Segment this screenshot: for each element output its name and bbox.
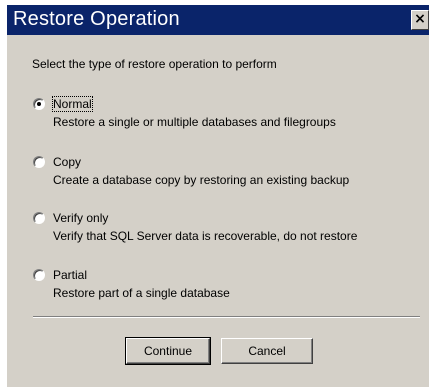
- window-left-edge: [0, 0, 7, 387]
- title-bar[interactable]: Restore Operation ×: [7, 5, 429, 35]
- instruction-text: Select the type of restore operation to …: [32, 57, 277, 71]
- option-partial-label[interactable]: Partial: [53, 268, 87, 282]
- radio-normal[interactable]: [33, 98, 45, 110]
- option-verify-only-label[interactable]: Verify only: [53, 211, 108, 225]
- radio-verify-only[interactable]: [33, 212, 45, 224]
- continue-button[interactable]: Continue: [125, 337, 211, 365]
- option-partial-description: Restore part of a single database: [53, 286, 230, 300]
- option-normal-label[interactable]: Normal: [52, 96, 93, 112]
- radio-selected-dot: [37, 102, 41, 106]
- option-copy-label[interactable]: Copy: [53, 155, 81, 169]
- close-icon: ×: [414, 11, 426, 27]
- option-copy-description: Create a database copy by restoring an e…: [53, 173, 350, 187]
- radio-partial[interactable]: [33, 269, 45, 281]
- option-normal-description: Restore a single or multiple databases a…: [53, 115, 336, 129]
- separator: [33, 316, 420, 318]
- close-button[interactable]: ×: [411, 10, 429, 30]
- restore-operation-dialog: Restore Operation × Select the type of r…: [0, 0, 429, 387]
- window-title: Restore Operation: [13, 8, 180, 30]
- option-verify-only-description: Verify that SQL Server data is recoverab…: [53, 229, 358, 243]
- radio-copy[interactable]: [33, 156, 45, 168]
- cancel-button[interactable]: Cancel: [221, 338, 313, 364]
